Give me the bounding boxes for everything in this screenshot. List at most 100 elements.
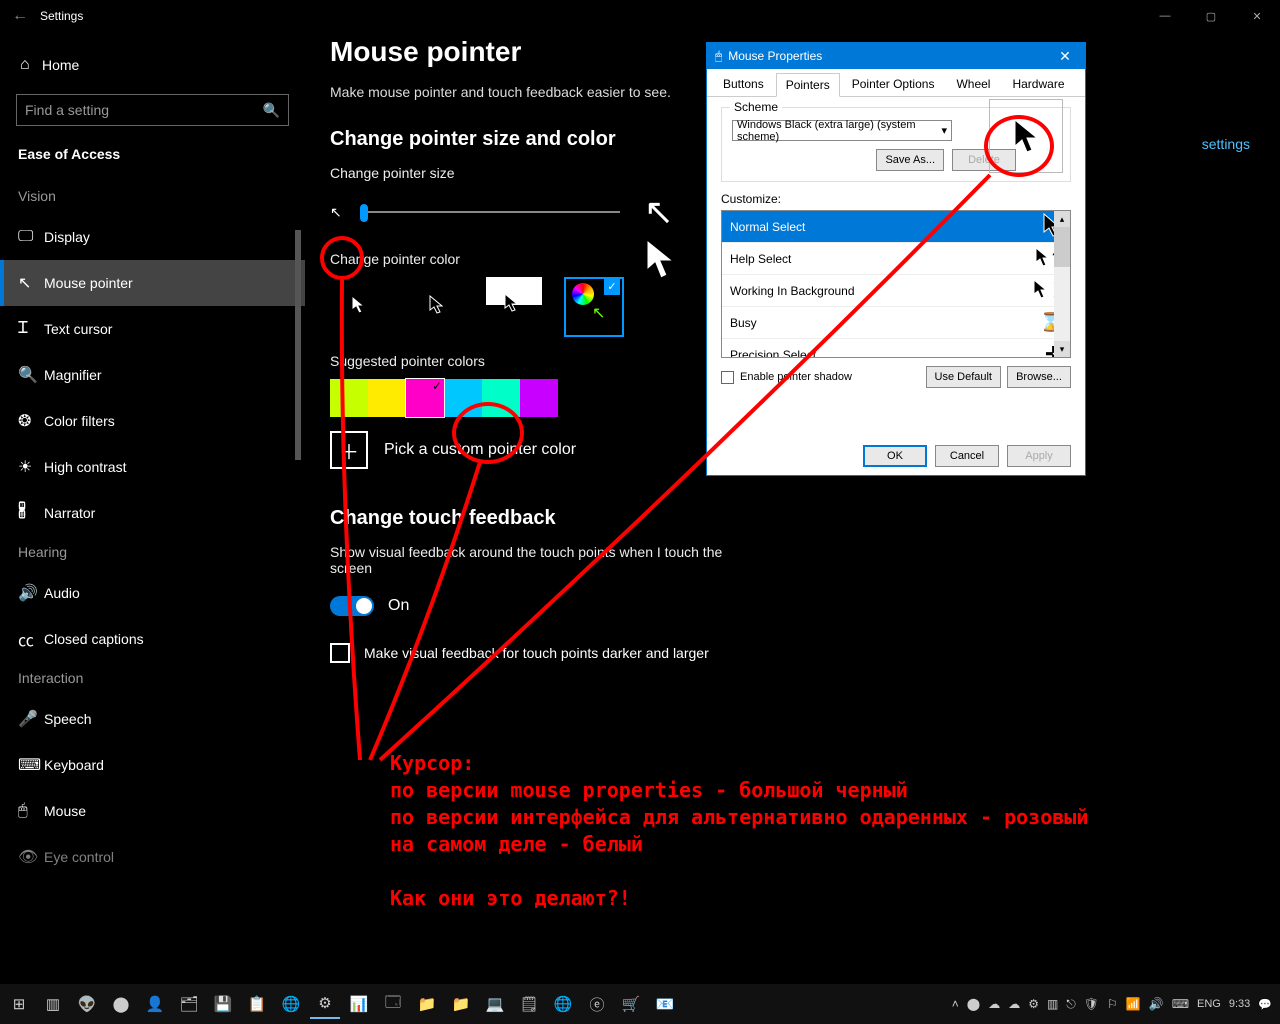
taskbar-icon[interactable]: 📁 [446, 989, 476, 1019]
sidebar-item-color-filters[interactable]: ❂Color filters [0, 398, 305, 444]
pointer-size-slider[interactable] [360, 211, 620, 213]
start-button[interactable]: ⊞ [4, 989, 34, 1019]
scroll-down-icon[interactable]: ▾ [1054, 341, 1070, 357]
tray-icon[interactable]: ⚐ [1107, 997, 1118, 1011]
taskbar-icon[interactable]: 🌐 [548, 989, 578, 1019]
darker-larger-checkbox-row[interactable]: Make visual feedback for touch points da… [330, 643, 1260, 663]
home-link[interactable]: ⌂ Home [0, 48, 305, 90]
sidebar-item-eye-control[interactable]: 👁Eye control [0, 834, 305, 880]
taskbar-icon[interactable]: ▥ [38, 989, 68, 1019]
touch-feedback-toggle[interactable]: On [330, 596, 409, 616]
tray-icon[interactable]: ˄ [952, 997, 959, 1011]
toggle-switch[interactable] [330, 596, 374, 616]
cursor-list-item[interactable]: Busy⌛ [722, 307, 1070, 339]
suggested-color-swatch[interactable] [482, 379, 520, 417]
cancel-button[interactable]: Cancel [935, 445, 999, 467]
taskbar-icon[interactable]: 🗂 [174, 989, 204, 1019]
scheme-combobox[interactable]: Windows Black (extra large) (system sche… [732, 120, 952, 141]
listbox-scrollbar[interactable]: ▴ ▾ [1054, 211, 1070, 357]
tray-language[interactable]: ENG [1197, 998, 1221, 1010]
window-close-button[interactable]: ✕ [1234, 0, 1280, 32]
dialog-titlebar[interactable]: 🖱 Mouse Properties ✕ [707, 43, 1085, 69]
sidebar-item-mouse-pointer[interactable]: ↖Mouse pointer [0, 260, 305, 306]
tray-icon[interactable]: ▥ [1047, 997, 1058, 1011]
search-input[interactable]: Find a setting 🔍 [16, 94, 289, 126]
scrollbar-thumb[interactable] [1054, 227, 1070, 267]
dialog-tab[interactable]: Pointers [776, 73, 840, 97]
dialog-tab[interactable]: Wheel [946, 72, 1000, 96]
cursor-list-item[interactable]: Normal Select [722, 211, 1070, 243]
save-as-button[interactable]: Save As... [876, 149, 944, 171]
ok-button[interactable]: OK [863, 445, 927, 467]
sidebar-item-audio[interactable]: 🔊Audio [0, 570, 305, 616]
taskbar-icon[interactable]: ⓔ [582, 989, 612, 1019]
taskbar-icon[interactable]: 👤 [140, 989, 170, 1019]
suggested-color-swatch[interactable] [368, 379, 406, 417]
slider-thumb[interactable] [360, 204, 368, 222]
taskbar-icon[interactable]: 🗒 [514, 989, 544, 1019]
sidebar-item-narrator[interactable]: 🖁Narrator [0, 490, 305, 536]
taskbar-icon[interactable]: 📊 [344, 989, 374, 1019]
scroll-up-icon[interactable]: ▴ [1054, 211, 1070, 227]
suggested-color-swatch[interactable] [520, 379, 558, 417]
tray-icon[interactable]: 🛡 [1084, 997, 1099, 1011]
taskbar-icon[interactable]: 🛒 [616, 989, 646, 1019]
window-max-button[interactable]: ▢ [1188, 0, 1234, 32]
taskbar-icon[interactable]: 📁 [412, 989, 442, 1019]
suggested-color-swatch[interactable] [406, 379, 444, 417]
use-default-button[interactable]: Use Default [926, 366, 1001, 388]
color-inverted-tile[interactable] [486, 277, 542, 333]
taskbar-icon[interactable]: ⬤ [106, 989, 136, 1019]
sidebar-item-keyboard[interactable]: ⌨Keyboard [0, 742, 305, 788]
dialog-tab[interactable]: Buttons [713, 72, 774, 96]
taskbar-icon[interactable]: 📋 [242, 989, 272, 1019]
checkbox[interactable] [330, 643, 350, 663]
dialog-tab[interactable]: Pointer Options [842, 72, 945, 96]
taskbar-settings-icon[interactable]: ⚙ [310, 989, 340, 1019]
pick-custom-button[interactable]: ＋ [330, 431, 368, 469]
cursor-list-item[interactable]: Working In Background⌛ [722, 275, 1070, 307]
sidebar-item-closed-captions[interactable]: ㏄Closed captions [0, 616, 305, 662]
tray-icon[interactable]: ☁ [988, 997, 1000, 1011]
sidebar-item-mouse[interactable]: 🖱Mouse [0, 788, 305, 834]
related-settings-link[interactable]: settings [1202, 136, 1250, 152]
sidebar-item-speech[interactable]: 🎤Speech [0, 696, 305, 742]
notifications-icon[interactable]: 💬 [1258, 998, 1272, 1011]
tray-icon[interactable]: ⬤ [967, 997, 980, 1011]
cursor-listbox[interactable]: Normal SelectHelp Select?Working In Back… [721, 210, 1071, 358]
sidebar-scrollbar[interactable] [295, 230, 301, 460]
browse-button[interactable]: Browse... [1007, 366, 1071, 388]
cursor-list-item[interactable]: Precision Select✛ [722, 339, 1070, 358]
sidebar-item-text-cursor[interactable]: ᏆText cursor [0, 306, 305, 352]
cursor-list-item[interactable]: Help Select? [722, 243, 1070, 275]
taskbar-icon[interactable]: 💻 [480, 989, 510, 1019]
tray-icon[interactable]: ☁ [1008, 997, 1020, 1011]
color-white-tile[interactable] [330, 277, 386, 333]
color-black-tile[interactable] [408, 277, 464, 333]
taskbar[interactable]: ⊞ ▥ 👽 ⬤ 👤 🗂 💾 📋 🌐 ⚙ 📊 🗔 📁 📁 💻 🗒 🌐 ⓔ 🛒 📧 … [0, 984, 1280, 1024]
tray-clock[interactable]: 9:33 [1229, 998, 1250, 1010]
enable-shadow-checkbox[interactable]: Enable pointer shadow [721, 371, 852, 384]
back-icon[interactable]: ← [12, 7, 40, 25]
checkbox[interactable] [721, 371, 734, 384]
taskbar-icon[interactable]: 💾 [208, 989, 238, 1019]
suggested-color-swatch[interactable] [444, 379, 482, 417]
sidebar-item-high-contrast[interactable]: ☀High contrast [0, 444, 305, 490]
taskbar-icon[interactable]: 🗔 [378, 989, 408, 1019]
sidebar-item-magnifier[interactable]: 🔍Magnifier [0, 352, 305, 398]
taskbar-icon[interactable]: 👽 [72, 989, 102, 1019]
suggested-color-swatch[interactable] [330, 379, 368, 417]
tray-icon[interactable]: ⎋ [1066, 997, 1076, 1012]
tray-icon[interactable]: ⌨ [1172, 997, 1189, 1011]
sidebar-item-label: High contrast [44, 459, 126, 475]
dialog-tab[interactable]: Hardware [1002, 72, 1074, 96]
color-custom-tile[interactable]: ↖ ✓ [564, 277, 624, 337]
taskbar-icon[interactable]: 📧 [650, 989, 680, 1019]
dialog-close-button[interactable]: ✕ [1045, 43, 1085, 69]
tray-icon[interactable]: 📶 [1126, 997, 1141, 1011]
tray-icon[interactable]: 🔊 [1149, 997, 1164, 1011]
sidebar-item-display[interactable]: 🖵Display [0, 214, 305, 260]
tray-icon[interactable]: ⚙ [1028, 997, 1039, 1011]
taskbar-icon[interactable]: 🌐 [276, 989, 306, 1019]
window-min-button[interactable]: — [1142, 0, 1188, 32]
